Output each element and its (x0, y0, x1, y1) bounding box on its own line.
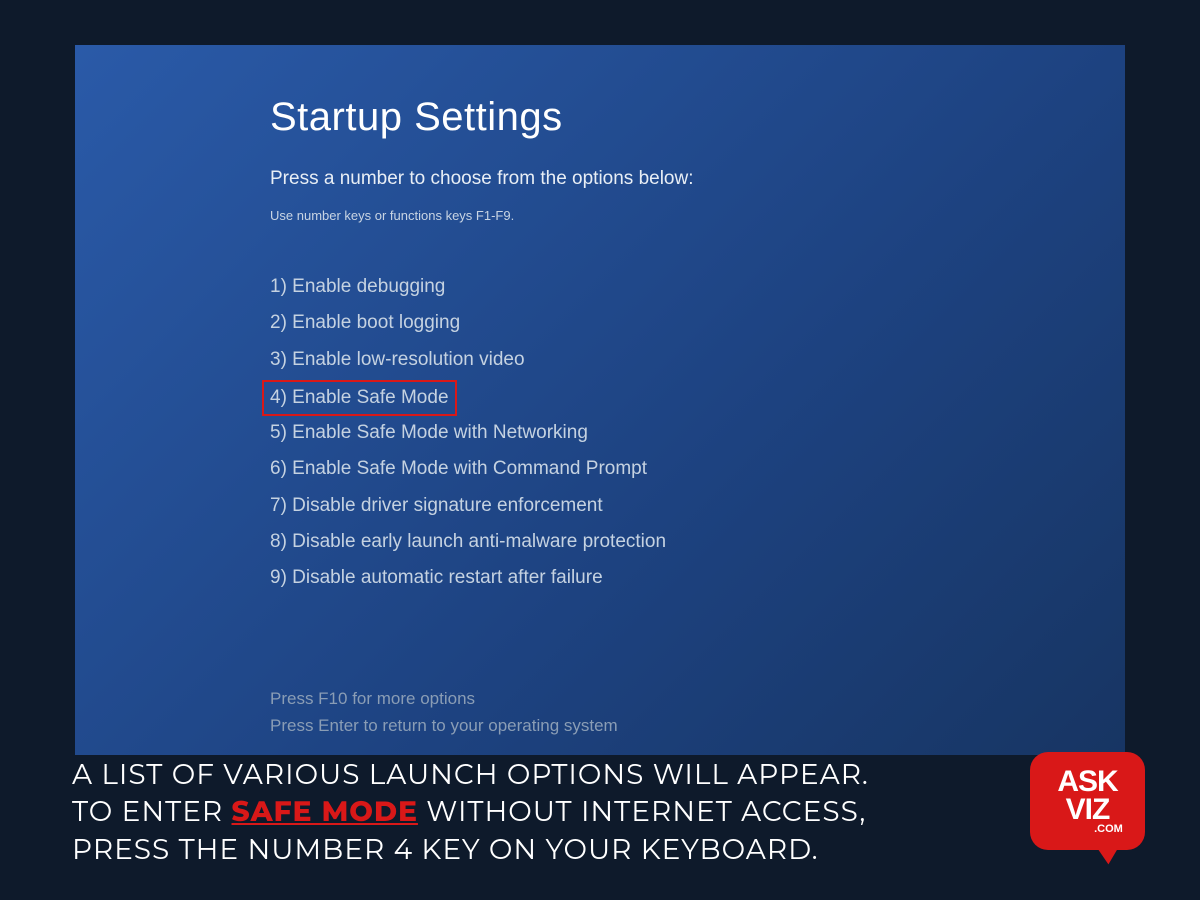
logo-line2: VIZ (1066, 796, 1110, 825)
startup-settings-screen: Startup Settings Press a number to choos… (75, 45, 1125, 755)
logo-sub: .COM (1094, 823, 1123, 835)
option-2-boot-logging[interactable]: 2) Enable boot logging (270, 307, 460, 339)
option-7-driver-signature[interactable]: 7) Disable driver signature enforcement (270, 490, 603, 522)
subtitle: Press a number to choose from the option… (270, 168, 1125, 190)
option-3-low-res-video[interactable]: 3) Enable low-resolution video (270, 344, 525, 376)
option-6-safe-mode-cmd[interactable]: 6) Enable Safe Mode with Command Prompt (270, 453, 647, 485)
caption-emphasis: SAFE MODE (232, 795, 418, 829)
option-1-debugging[interactable]: 1) Enable debugging (270, 271, 445, 303)
tutorial-caption: A LIST OF VARIOUS LAUNCH OPTIONS WILL AP… (72, 757, 892, 870)
hint-return: Press Enter to return to your operating … (270, 712, 1125, 739)
askviz-logo: ASK VIZ .COM (1030, 752, 1160, 872)
option-9-auto-restart[interactable]: 9) Disable automatic restart after failu… (270, 562, 603, 594)
page-title: Startup Settings (270, 95, 1125, 140)
option-5-safe-mode-networking[interactable]: 5) Enable Safe Mode with Networking (270, 417, 588, 449)
startup-options-list: 1) Enable debugging 2) Enable boot loggi… (270, 271, 1125, 595)
option-4-safe-mode[interactable]: 4) Enable Safe Mode (262, 380, 457, 416)
logo-line1: ASK (1057, 768, 1117, 797)
footer-hints: Press F10 for more options Press Enter t… (270, 685, 1125, 739)
usage-hint: Use number keys or functions keys F1-F9. (270, 208, 1125, 223)
logo-bubble: ASK VIZ .COM (1030, 752, 1145, 850)
hint-more-options: Press F10 for more options (270, 685, 1125, 712)
option-8-anti-malware[interactable]: 8) Disable early launch anti-malware pro… (270, 526, 666, 558)
